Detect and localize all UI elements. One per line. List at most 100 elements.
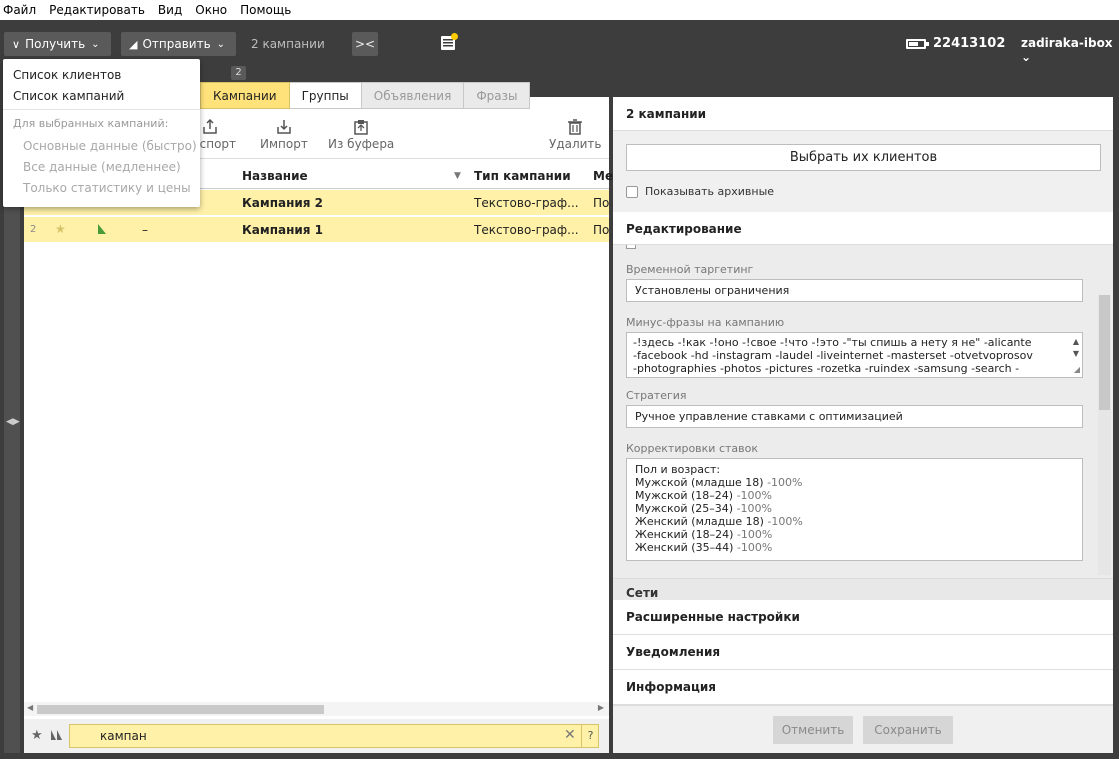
menu-item-all-data[interactable]: Все данные (медленнее) bbox=[23, 160, 181, 174]
time-targeting-field[interactable]: Установлены ограничения bbox=[626, 279, 1083, 302]
menu-section-label: Для выбранных кампаний: bbox=[13, 117, 169, 130]
bid-adjustment-name: Мужской (младше 18) bbox=[635, 476, 764, 489]
scroll-right-icon[interactable]: ▶ bbox=[598, 703, 604, 712]
vertical-scrollbar[interactable] bbox=[1098, 295, 1111, 575]
column-type[interactable]: Тип кампании bbox=[474, 169, 571, 183]
negative-keywords-field[interactable]: -!здесь -!как -!оно -!свое -!что -!это -… bbox=[626, 332, 1083, 378]
row-meta: По bbox=[593, 196, 610, 210]
delete-button[interactable]: Удалить bbox=[549, 119, 602, 151]
scroll-left-icon[interactable]: ◀ bbox=[27, 703, 33, 712]
table-row[interactable]: 2 ★ – Кампания 1 Текстово-граф... По bbox=[24, 217, 609, 243]
scrollbar-thumb[interactable] bbox=[1099, 295, 1110, 410]
clipboard-icon bbox=[354, 120, 368, 135]
upload-arrow-icon: ◢ bbox=[129, 37, 138, 51]
bid-adjustment-value: -100% bbox=[767, 476, 803, 489]
bid-adjustment-row: Мужской (25–34) -100% bbox=[635, 502, 1074, 515]
flags-filter-icon[interactable] bbox=[49, 729, 65, 741]
tab-phrases[interactable]: Фразы bbox=[464, 82, 531, 109]
selection-title: 2 кампании bbox=[626, 107, 707, 121]
bid-adjustments-label: Корректировки ставок bbox=[626, 442, 759, 455]
menu-window[interactable]: Окно bbox=[195, 3, 227, 17]
import-label: Импорт bbox=[260, 137, 308, 151]
negative-keywords-line: -!здесь -!как -!оно -!свое -!что -!это -… bbox=[633, 336, 1032, 349]
column-meta[interactable]: Ме bbox=[593, 169, 613, 183]
filter-bar: ★ ✕ ? bbox=[24, 719, 609, 753]
star-icon[interactable]: ★ bbox=[55, 222, 66, 236]
get-button[interactable]: ∨ Получить ⌄ bbox=[4, 32, 111, 56]
checkbox-box[interactable] bbox=[626, 245, 636, 249]
import-button[interactable]: Импорт bbox=[260, 119, 308, 151]
strategy-field[interactable]: Ручное управление ставками с оптимизацие… bbox=[626, 405, 1083, 428]
bid-adjustment-name: Мужской (25–34) bbox=[635, 502, 734, 515]
properties-panel: 2 кампании Выбрать их клиентов Показыват… bbox=[613, 97, 1113, 753]
bid-adjustment-row: Женский (18–24) -100% bbox=[635, 528, 1074, 541]
bid-adjustment-row: Женский (35–44) -100% bbox=[635, 541, 1074, 554]
view-tabs: Кампании Группы Объявления Фразы bbox=[200, 82, 531, 109]
bid-adjustment-name: Женский (18–24) bbox=[635, 528, 734, 541]
clapperboard-icon[interactable] bbox=[440, 33, 458, 51]
bid-adjustment-row: Мужской (18–24) -100% bbox=[635, 489, 1074, 502]
bid-adjustments-field[interactable]: Пол и возраст: Мужской (младше 18) -100%… bbox=[626, 458, 1083, 561]
flag-icon bbox=[97, 223, 107, 238]
horizontal-scrollbar[interactable]: ◀ ▶ bbox=[24, 702, 609, 716]
send-button[interactable]: ◢ Отправить ⌄ bbox=[121, 32, 236, 56]
bid-adjustment-row: Мужской (младше 18) -100% bbox=[635, 476, 1074, 489]
bid-adjustment-name: Мужской (18–24) bbox=[635, 489, 734, 502]
show-archive-checkbox[interactable]: Показывать архивные bbox=[626, 185, 774, 198]
download-arrow-icon: ∨ bbox=[12, 37, 21, 51]
section-advanced[interactable]: Расширенные настройки bbox=[613, 600, 1113, 635]
menu-item-stats-only[interactable]: Только статистику и цены bbox=[23, 181, 191, 195]
tab-groups[interactable]: Группы bbox=[289, 82, 362, 109]
clipboard-label: Из буфера bbox=[328, 137, 395, 151]
section-notifications[interactable]: Уведомления bbox=[613, 635, 1113, 670]
section-networks-label: Сети bbox=[626, 586, 659, 600]
section-info[interactable]: Информация bbox=[613, 670, 1113, 705]
column-name-label: Название bbox=[242, 169, 308, 183]
menu-file[interactable]: Файл bbox=[3, 3, 36, 17]
close-icon[interactable]: ✕ bbox=[564, 727, 576, 743]
checkbox-box[interactable] bbox=[626, 185, 638, 198]
select-clients-button[interactable]: Выбрать их клиентов bbox=[626, 144, 1101, 171]
bid-adjustment-value: -100% bbox=[736, 502, 772, 515]
menu-help[interactable]: Помощь bbox=[240, 3, 291, 17]
bid-adjustment-name: Женский (младше 18) bbox=[635, 515, 764, 528]
trash-icon bbox=[568, 119, 583, 135]
get-dropdown-menu: Список клиентов Список кампаний Для выбр… bbox=[3, 59, 200, 207]
filter-help-button[interactable]: ? bbox=[581, 725, 599, 747]
edit-form: Временной таргетинг Установлены ограниче… bbox=[613, 245, 1113, 578]
filter-input[interactable] bbox=[100, 728, 530, 744]
chevron-down-icon: ⌄ bbox=[91, 38, 100, 50]
column-name[interactable]: Название ▼ bbox=[242, 169, 464, 183]
menu-item-basic-data[interactable]: Основные данные (быстро) bbox=[23, 139, 197, 153]
cancel-button[interactable]: Отменить bbox=[773, 716, 853, 744]
export-icon bbox=[203, 119, 217, 134]
chevron-down-icon: ⌄ bbox=[216, 38, 226, 50]
collapse-icon[interactable]: >< bbox=[352, 32, 378, 56]
tab-ads[interactable]: Объявления bbox=[361, 82, 465, 109]
tab-campaigns[interactable]: Кампании bbox=[200, 82, 290, 109]
menu-item-client-list[interactable]: Список клиентов bbox=[13, 68, 121, 82]
favorites-filter-icon[interactable]: ★ bbox=[31, 728, 43, 743]
paste-from-clipboard-button[interactable]: Из буфера bbox=[328, 119, 394, 151]
menu-item-campaign-list[interactable]: Список кампаний bbox=[13, 89, 124, 103]
save-button[interactable]: Сохранить bbox=[863, 716, 953, 744]
battery-icon bbox=[906, 39, 929, 49]
resize-grip-icon[interactable]: ◢ bbox=[1074, 363, 1080, 376]
section-edit[interactable]: Редактирование bbox=[613, 212, 1113, 245]
section-networks[interactable]: Сети bbox=[613, 578, 1113, 600]
menu-edit[interactable]: Редактировать bbox=[49, 3, 145, 17]
section-info-label: Информация bbox=[626, 680, 716, 694]
row-type: Текстово-граф... bbox=[474, 223, 579, 237]
scrollbar-thumb[interactable] bbox=[37, 705, 324, 714]
import-icon bbox=[277, 120, 291, 134]
menu-bar: Файл Редактировать Вид Окно Помощь bbox=[0, 0, 1119, 20]
bid-adjustment-name: Женский (35–44) bbox=[635, 541, 734, 554]
menu-view[interactable]: Вид bbox=[158, 3, 182, 17]
row-status: – bbox=[142, 223, 148, 237]
user-menu[interactable]: zadiraka-ibox ⌄ bbox=[1021, 36, 1119, 64]
show-archive-label: Показывать архивные bbox=[645, 185, 775, 198]
row-name: Кампания 2 bbox=[242, 196, 324, 210]
chevron-down-icon: ⌄ bbox=[1021, 50, 1032, 64]
account-balance: 22413102 bbox=[933, 36, 1006, 51]
scroll-down-icon[interactable]: ▼ bbox=[1073, 347, 1079, 360]
